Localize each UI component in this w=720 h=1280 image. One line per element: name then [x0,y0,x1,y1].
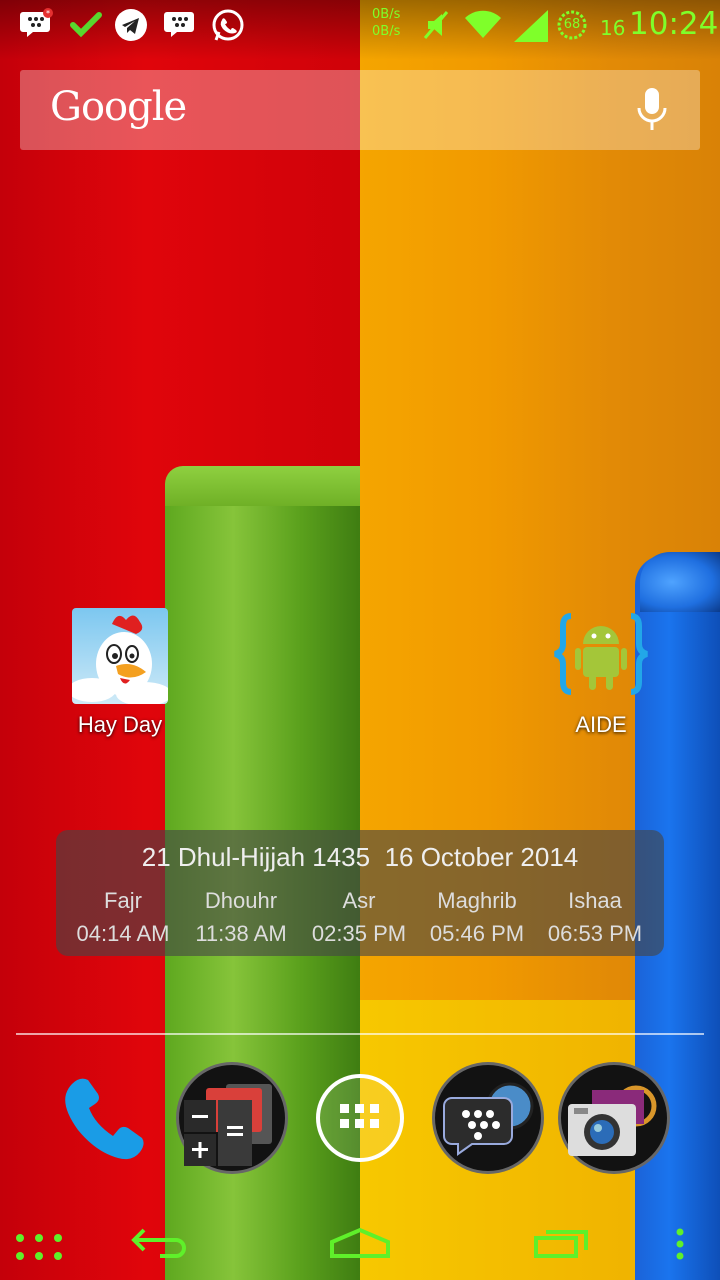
bbm-icon [432,1062,544,1174]
overflow-icon[interactable] [672,1226,688,1266]
app-drawer-icon [304,1074,416,1178]
app-hay-day[interactable]: Hay Day [62,608,178,738]
app-drawer-button[interactable] [304,1062,416,1174]
app-label: Hay Day [77,712,163,737]
signal-icon [512,8,550,46]
dock-divider [16,1033,704,1035]
prayer-time: 02:35 PM [311,921,407,946]
prayer-maghrib: Maghrib 05:46 PM [418,888,536,947]
prayer-name: Dhouhr [204,888,278,913]
prayer-ishaa: Ishaa 06:53 PM [536,888,654,947]
phone-icon [50,1078,162,1178]
calculator-app[interactable] [176,1062,288,1174]
bbm-app[interactable] [432,1062,544,1174]
prayer-time: 05:46 PM [429,921,525,946]
status-bar[interactable]: * 0B/s 0B/s 68 16 10:24 [0,0,720,52]
gregorian-date: 16 October 2014 [384,842,579,872]
aide-android-icon [553,608,649,704]
battery-level: 68 [563,17,581,32]
home-icon[interactable] [328,1224,392,1264]
svg-text:*: * [46,9,50,18]
prayer-time: 06:53 PM [547,921,643,946]
vibrate-mute-icon [420,9,452,45]
status-time: 10:24 [629,6,719,42]
prayer-time: 04:14 AM [76,921,170,946]
bbm-icon [164,8,196,44]
hay-day-icon [68,608,172,706]
prayer-fajr: Fajr 04:14 AM [64,888,182,947]
net-down-speed: 0B/s [372,24,401,39]
network-speed: 0B/s 0B/s [372,6,400,40]
camera-icon [558,1062,670,1174]
camera-app[interactable] [558,1062,670,1174]
whatsapp-icon [210,8,246,48]
status-date: 16 [600,16,626,40]
prayer-times-widget[interactable]: 21 Dhul-Hijjah 1435 16 October 2014 Fajr… [56,830,664,956]
wifi-icon [463,8,503,44]
mic-icon[interactable] [634,86,670,138]
recents-icon[interactable] [530,1224,594,1264]
google-logo[interactable]: Google [50,84,187,130]
menu-dots-icon[interactable] [14,1230,70,1266]
prayer-name: Ishaa [568,888,622,913]
app-aide[interactable]: AIDE [546,608,656,738]
prayer-dhouhr: Dhouhr 11:38 AM [182,888,300,947]
hijri-date: 21 Dhul-Hijjah 1435 [141,842,371,872]
prayer-name: Maghrib [437,888,517,913]
check-icon [70,8,102,44]
phone-app[interactable] [50,1062,162,1174]
google-search-bar[interactable]: Google [20,70,700,150]
prayer-time: 11:38 AM [195,921,287,946]
prayer-times-row: Fajr 04:14 AM Dhouhr 11:38 AM Asr 02:35 … [64,888,656,947]
prayer-name: Asr [342,888,376,913]
app-label: AIDE [575,712,627,737]
prayer-name: Fajr [104,888,142,913]
navigation-bar [0,1210,720,1280]
net-up-speed: 0B/s [372,7,401,22]
bbm-notification-icon: * [20,8,54,44]
telegram-icon [114,8,148,46]
prayer-asr: Asr 02:35 PM [300,888,418,947]
calculator-icon [176,1062,288,1174]
prayer-date-line: 21 Dhul-Hijjah 1435 16 October 2014 [56,842,664,873]
back-icon[interactable] [130,1226,190,1266]
